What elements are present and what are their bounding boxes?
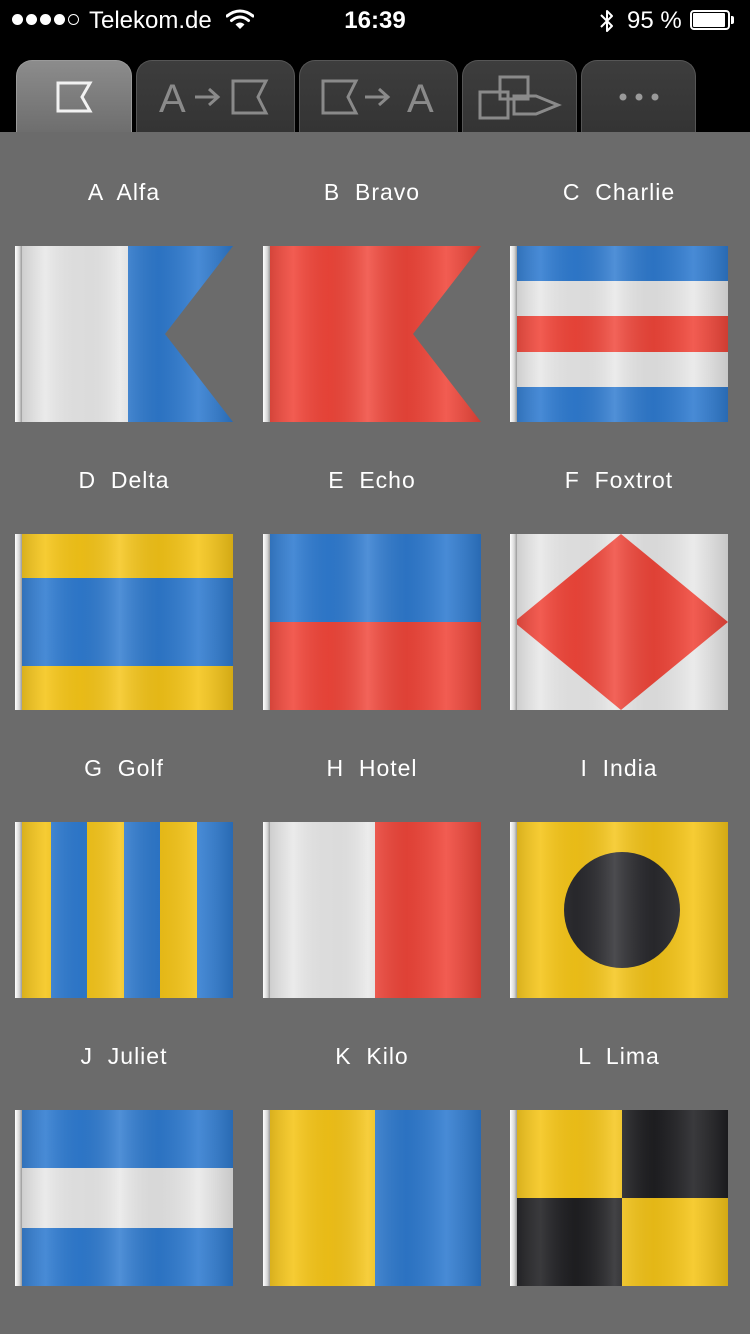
bluetooth-icon <box>598 8 616 41</box>
flag-label: D Delta <box>78 467 170 493</box>
flag-label: I India <box>580 755 658 781</box>
flag-card-bravo[interactable]: B Bravo <box>263 172 481 422</box>
flag-label: B Bravo <box>323 179 421 205</box>
flag-label: G Golf <box>84 755 164 781</box>
flag-to-letter-icon: A <box>321 77 437 117</box>
flag-card-india[interactable]: I India <box>510 748 728 998</box>
flag-golf <box>15 822 233 998</box>
flag-foxtrot <box>510 534 728 710</box>
flag-label: H Hotel <box>326 755 418 781</box>
flag-icon <box>52 80 96 114</box>
flag-hoist-icon <box>478 74 562 120</box>
flag-card-oscar[interactable]: O Oscar <box>510 1324 728 1334</box>
flag-alfa <box>15 246 233 422</box>
battery-icon <box>690 10 736 32</box>
flag-lima <box>510 1110 728 1286</box>
flag-label: F Foxtrot <box>564 467 674 493</box>
flag-card-lima[interactable]: L Lima <box>510 1036 728 1286</box>
flag-label: O Oscar <box>510 1324 728 1334</box>
letter-to-flag-icon: A <box>158 77 274 117</box>
flag-card-kilo[interactable]: K Kilo <box>263 1036 481 1286</box>
flag-charlie <box>510 246 728 422</box>
flag-card-charlie[interactable]: C Charlie <box>510 172 728 422</box>
battery-percentage: 95 % <box>627 7 682 34</box>
more-icon <box>617 92 661 102</box>
flag-grid: A Alfa B Bravo C Charlie D Delta E Echo … <box>0 132 750 1334</box>
tab-letter-to-flag[interactable]: A <box>136 60 295 132</box>
tab-flag-to-letter[interactable]: A <box>299 60 458 132</box>
flag-label: M Mike <box>15 1324 233 1334</box>
letter-a-glyph: A <box>159 77 186 117</box>
flag-label: A Alfa <box>87 179 161 205</box>
flag-card-mike[interactable]: M Mike <box>15 1324 233 1334</box>
flag-juliet <box>15 1110 233 1286</box>
status-bar: Telekom.de 16:39 95 % <box>0 0 750 42</box>
flag-label: C Charlie <box>562 179 676 205</box>
flag-echo <box>263 534 481 710</box>
tab-flag-hoist[interactable] <box>462 60 577 132</box>
flag-card-echo[interactable]: E Echo <box>263 460 481 710</box>
flag-india <box>510 822 728 998</box>
flag-card-november[interactable]: N November <box>263 1324 481 1334</box>
flag-card-juliet[interactable]: J Juliet <box>15 1036 233 1286</box>
flag-card-hotel[interactable]: H Hotel <box>263 748 481 998</box>
tab-bar: A A <box>0 42 750 132</box>
flag-card-golf[interactable]: G Golf <box>15 748 233 998</box>
flag-label: E Echo <box>328 467 416 493</box>
flag-label: K Kilo <box>335 1043 409 1069</box>
flag-card-delta[interactable]: D Delta <box>15 460 233 710</box>
flag-delta <box>15 534 233 710</box>
tab-flags[interactable] <box>16 60 132 132</box>
flag-label: N November <box>263 1324 481 1334</box>
flag-card-foxtrot[interactable]: F Foxtrot <box>510 460 728 710</box>
flag-label: J Juliet <box>80 1043 168 1069</box>
letter-a-glyph: A <box>407 77 434 117</box>
flag-bravo <box>263 246 481 422</box>
flag-hotel <box>263 822 481 998</box>
flag-label: L Lima <box>578 1043 660 1069</box>
tab-more[interactable] <box>581 60 696 132</box>
flag-kilo <box>263 1110 481 1286</box>
flag-card-alfa[interactable]: A Alfa <box>15 172 233 422</box>
